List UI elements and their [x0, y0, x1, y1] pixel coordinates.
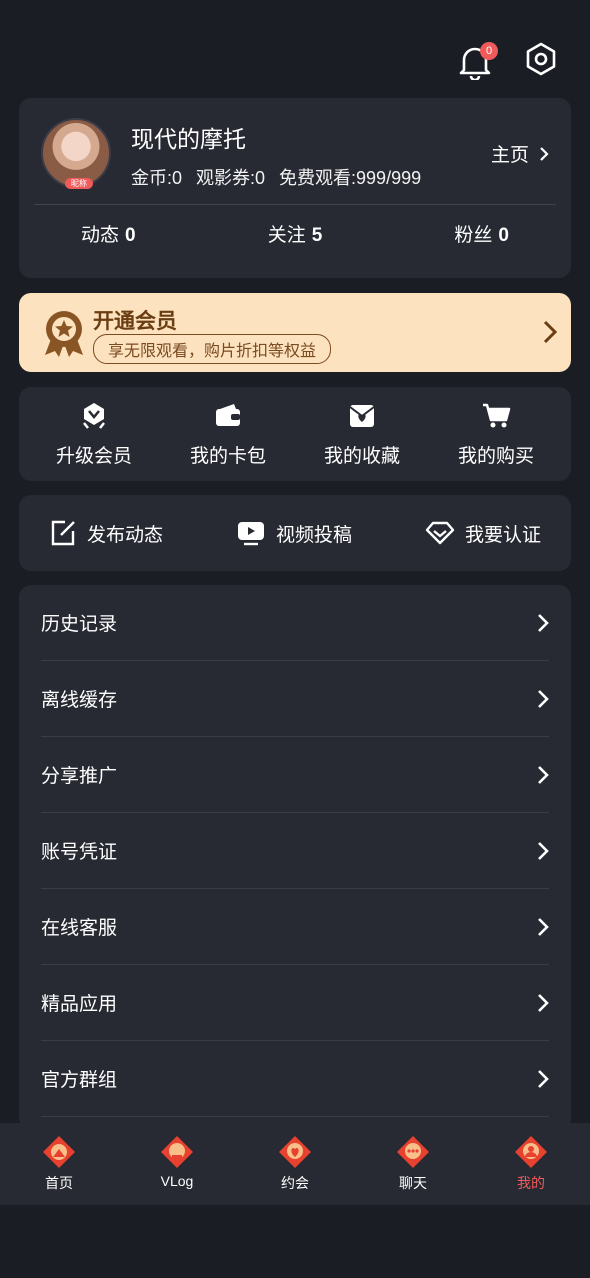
tab-label: 约会 — [281, 1175, 309, 1191]
divider — [34, 204, 556, 205]
tickets-stat: 观影券:0 — [196, 168, 266, 188]
favorites-button[interactable]: 我的收藏 — [302, 401, 422, 468]
menu-item-label: 精品应用 — [41, 994, 118, 1015]
tab-home[interactable]: 首页 — [9, 1123, 109, 1205]
username: 现代的摩托 — [131, 126, 246, 152]
chevron-right-icon — [538, 993, 549, 1012]
chevron-right-icon — [538, 613, 549, 632]
chevron-right-icon — [538, 765, 549, 784]
card-wallet-label: 我的卡包 — [189, 445, 266, 467]
chevron-right-icon — [543, 320, 557, 344]
homepage-link[interactable]: 主页 — [491, 140, 549, 167]
home-tab-icon — [43, 1136, 75, 1168]
mine-tab-icon — [515, 1136, 547, 1168]
video-upload-icon — [237, 522, 264, 546]
coins-stat: 金币:0 — [131, 168, 183, 188]
menu-item-label: 账号凭证 — [41, 842, 118, 863]
verify-label: 我要认证 — [464, 524, 541, 546]
menu-item-official-groups[interactable]: 官方群组 — [41, 1041, 549, 1117]
menu-item-label: 离线缓存 — [41, 690, 118, 711]
bottom-safe-area — [0, 1205, 590, 1278]
chat-tab-icon — [397, 1136, 429, 1168]
chevron-right-icon — [540, 146, 549, 161]
top-icons: 0 — [458, 41, 556, 81]
menu-item-customer-service[interactable]: 在线客服 — [41, 889, 549, 965]
vip-title: 开通会员 — [93, 310, 177, 333]
vip-subtitle: 享无限观看，购片折扣等权益 — [93, 334, 332, 364]
count-posts[interactable]: 动态 0 — [81, 220, 136, 247]
dating-tab-icon — [279, 1136, 311, 1168]
tab-vlog[interactable]: VLog — [127, 1123, 227, 1205]
menu-item-label: 分享推广 — [41, 766, 118, 787]
tab-label: 我的 — [517, 1175, 545, 1191]
vlog-tab-icon — [161, 1136, 193, 1168]
menu-item-label: 历史记录 — [41, 614, 118, 635]
count-followers[interactable]: 粉丝 0 — [454, 220, 509, 247]
diamond-icon — [425, 521, 455, 545]
settings-icon — [526, 42, 556, 76]
quick-actions: 升级会员 我的卡包 我的收藏 我的购买 — [19, 387, 571, 481]
card-wallet-button[interactable]: 我的卡包 — [168, 401, 288, 468]
avatar[interactable]: 昵称 — [41, 118, 111, 189]
user-stats: 金币:0 观影券:0 免费观看:999/999 — [131, 164, 421, 190]
vip-upgrade-icon — [83, 402, 105, 429]
tab-label: 聊天 — [399, 1175, 427, 1191]
purchases-label: 我的购买 — [457, 445, 534, 467]
menu-item-history[interactable]: 历史记录 — [41, 585, 549, 661]
publish-post-label: 发布动态 — [87, 524, 164, 546]
favorites-label: 我的收藏 — [323, 445, 400, 467]
purchases-button[interactable]: 我的购买 — [436, 401, 556, 468]
count-following[interactable]: 关注 5 — [268, 220, 323, 247]
menu-item-offline-cache[interactable]: 离线缓存 — [41, 661, 549, 737]
free-watch-stat: 免费观看:999/999 — [279, 168, 422, 188]
notification-badge: 0 — [480, 41, 498, 60]
actions-row: 发布动态 视频投稿 我要认证 — [19, 495, 571, 571]
video-submit-button[interactable]: 视频投稿 — [236, 519, 352, 547]
tab-label: VLog — [160, 1173, 194, 1189]
video-submit-label: 视频投稿 — [275, 524, 352, 546]
tab-dating[interactable]: 约会 — [245, 1123, 345, 1205]
favorites-icon — [349, 404, 375, 427]
bottom-tab-bar: 首页 VLog 约会 聊天 我的 — [0, 1123, 590, 1205]
vip-banner[interactable]: 开通会员 享无限观看，购片折扣等权益 — [19, 293, 571, 372]
profile-card: 昵称 现代的摩托 金币:0 观影券:0 免费观看:999/999 主页 动态 0 … — [19, 98, 571, 278]
tab-chat[interactable]: 聊天 — [363, 1123, 463, 1205]
wallet-icon — [216, 403, 240, 426]
upgrade-vip-button[interactable]: 升级会员 — [34, 401, 154, 468]
cart-icon — [483, 403, 511, 427]
settings-button[interactable] — [526, 42, 556, 81]
edit-post-icon — [51, 520, 75, 546]
vip-medal-icon — [45, 311, 83, 357]
tab-label: 首页 — [45, 1175, 73, 1191]
chevron-right-icon — [538, 689, 549, 708]
menu-item-account-credential[interactable]: 账号凭证 — [41, 813, 549, 889]
avatar-tag: 昵称 — [65, 178, 93, 189]
tab-mine[interactable]: 我的 — [481, 1123, 581, 1205]
chevron-right-icon — [538, 841, 549, 860]
menu-item-share[interactable]: 分享推广 — [41, 737, 549, 813]
settings-menu: 历史记录 离线缓存 分享推广 账号凭证 在线客服 精品应用 官方群组 — [19, 585, 571, 1130]
upgrade-vip-label: 升级会员 — [55, 445, 132, 467]
social-counts: 动态 0 关注 5 粉丝 0 — [19, 220, 571, 247]
publish-post-button[interactable]: 发布动态 — [49, 519, 163, 547]
notification-button[interactable]: 0 — [458, 41, 498, 81]
homepage-label: 主页 — [490, 145, 529, 166]
chevron-right-icon — [538, 917, 549, 936]
verify-button[interactable]: 我要认证 — [425, 520, 541, 547]
chevron-right-icon — [538, 1069, 549, 1088]
menu-item-label: 官方群组 — [41, 1070, 118, 1091]
menu-item-label: 在线客服 — [41, 918, 118, 939]
menu-item-featured-apps[interactable]: 精品应用 — [41, 965, 549, 1041]
